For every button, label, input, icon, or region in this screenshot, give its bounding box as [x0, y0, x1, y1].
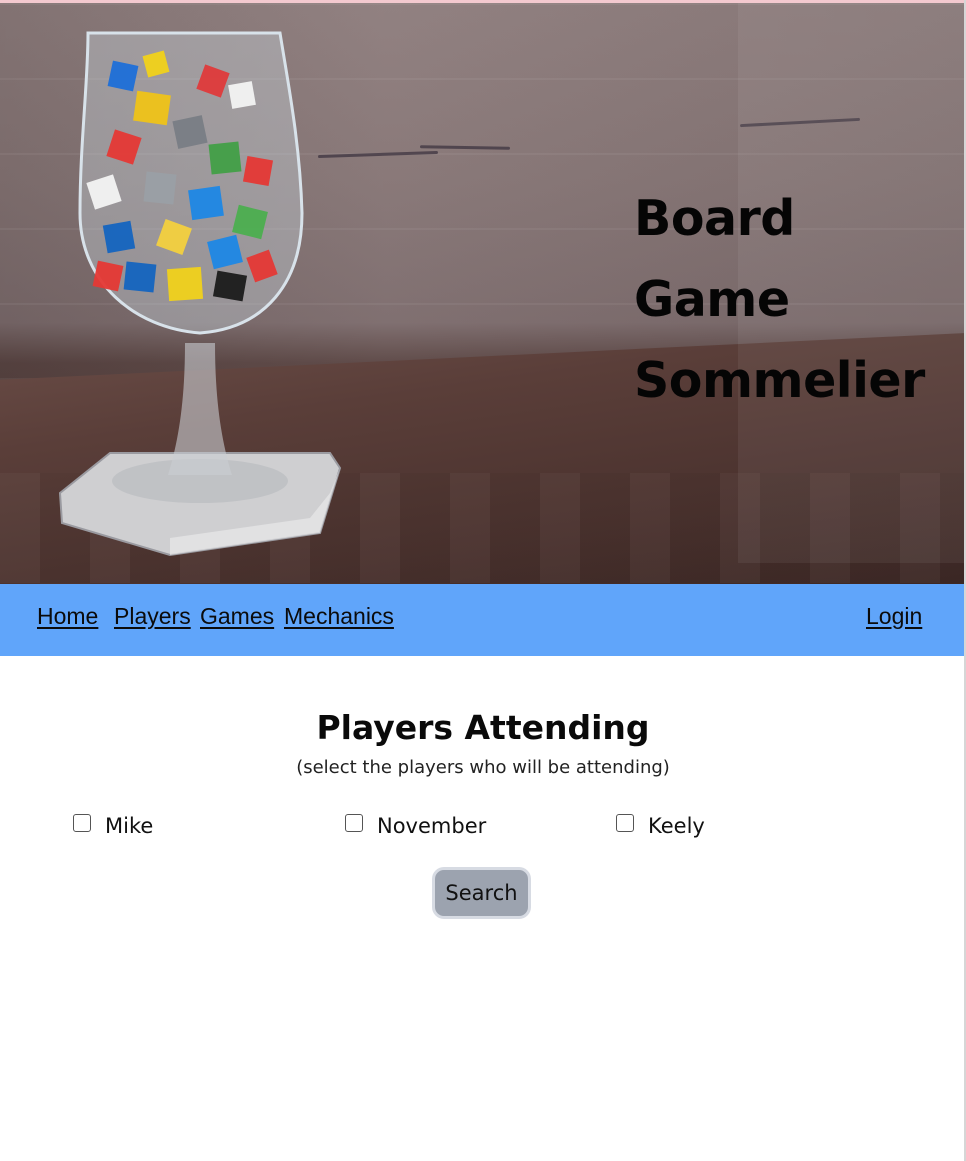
player-option-keely[interactable]: Keely	[616, 812, 705, 840]
player-option-november[interactable]: November	[345, 812, 486, 840]
meeple-glass-image	[58, 31, 342, 557]
site-title: Board Game Sommelier	[634, 178, 954, 421]
nav-link-mechanics[interactable]: Mechanics	[284, 603, 394, 630]
nav-link-players[interactable]: Players	[114, 603, 191, 630]
player-name: November	[377, 814, 487, 838]
page: Board Game Sommelier Home Players Games …	[0, 0, 966, 1161]
page-title: Players Attending	[316, 708, 650, 747]
player-checkbox[interactable]	[73, 814, 91, 832]
nav-link-games[interactable]: Games	[200, 603, 274, 630]
hero-banner: Board Game Sommelier	[0, 3, 966, 584]
player-name: Mike	[105, 814, 154, 838]
page-subtitle: (select the players who will be attendin…	[296, 757, 670, 778]
search-button[interactable]: Search	[432, 867, 531, 919]
glass-stem	[168, 343, 232, 475]
nav-bar: Home Players Games Mechanics Login	[0, 584, 966, 656]
player-checkbox[interactable]	[616, 814, 634, 832]
nav-link-home[interactable]: Home	[37, 603, 98, 630]
nav-link-login[interactable]: Login	[866, 603, 922, 630]
title-line: Board	[634, 190, 795, 247]
player-checkbox[interactable]	[345, 814, 363, 832]
title-line: Game	[634, 271, 790, 328]
title-line: Sommelier	[634, 352, 925, 409]
player-name: Keely	[648, 814, 705, 838]
player-option-mike[interactable]: Mike	[73, 812, 153, 840]
